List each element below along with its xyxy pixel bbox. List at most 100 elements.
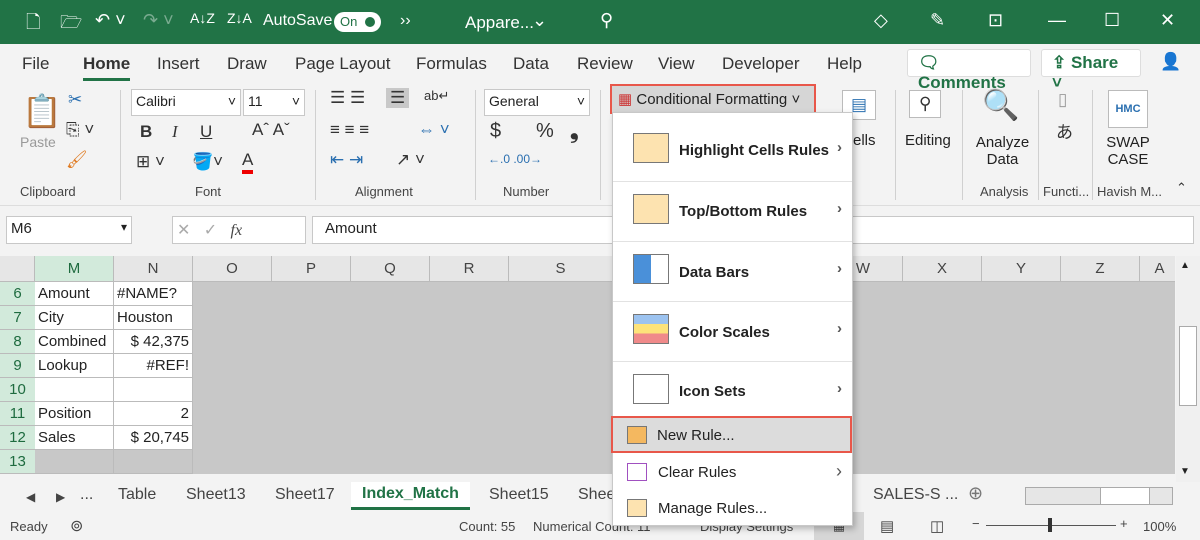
- increase-font-icon[interactable]: Aˆ Aˇ: [252, 120, 290, 140]
- row-header[interactable]: 11: [0, 402, 35, 426]
- tab-insert[interactable]: Insert: [157, 54, 200, 74]
- row-header[interactable]: 12: [0, 426, 35, 450]
- zoom-in-icon[interactable]: +: [1120, 516, 1128, 531]
- decimal-icon[interactable]: ←.0 .00→: [488, 152, 542, 166]
- borders-icon[interactable]: ⊞ ˅: [136, 152, 165, 172]
- tab-developer[interactable]: Developer: [722, 54, 800, 74]
- cell-m[interactable]: Amount: [35, 282, 114, 306]
- align-left-icon[interactable]: ≡ ≡ ≡: [330, 120, 369, 140]
- column-header[interactable]: S: [509, 256, 613, 282]
- row-header[interactable]: 10: [0, 378, 35, 402]
- comma-button[interactable]: ❟: [570, 118, 579, 144]
- cell-n[interactable]: #REF!: [114, 354, 193, 378]
- currency-button[interactable]: $: [490, 120, 501, 143]
- wrap-text-icon[interactable]: ab↵: [424, 88, 449, 104]
- diamond-icon[interactable]: ◇: [874, 10, 888, 31]
- cell-n[interactable]: [114, 450, 193, 474]
- next-sheet-icon[interactable]: ▶: [56, 490, 65, 504]
- scroll-thumb[interactable]: [1179, 326, 1197, 406]
- cell-m[interactable]: Sales: [35, 426, 114, 450]
- enter-icon[interactable]: ✓: [204, 222, 217, 239]
- menu-item-color-scales[interactable]: Color Scales ›: [613, 301, 852, 359]
- number-format-select[interactable]: General ˅: [484, 89, 590, 116]
- maximize-icon[interactable]: ☐: [1104, 10, 1120, 31]
- vertical-scrollbar[interactable]: ▲ ▼: [1176, 256, 1200, 482]
- cell-n[interactable]: Houston: [114, 306, 193, 330]
- file-name[interactable]: Appare...: [465, 13, 534, 33]
- coauthor-icon[interactable]: 👤: [1160, 52, 1181, 72]
- font-name-select[interactable]: Calibri ˅: [131, 89, 241, 116]
- tab-view[interactable]: View: [658, 54, 695, 74]
- tab-formulas[interactable]: Formulas: [416, 54, 487, 74]
- column-header[interactable]: O: [193, 256, 272, 282]
- editing-label[interactable]: Editing: [905, 132, 951, 149]
- cell-n[interactable]: [114, 378, 193, 402]
- cell-n[interactable]: $ 42,375: [114, 330, 193, 354]
- add-sheet-icon[interactable]: ⊕: [968, 483, 983, 504]
- page-break-view-icon[interactable]: ◫: [930, 517, 944, 535]
- swap-case-label[interactable]: SWAP CASE: [1105, 134, 1151, 168]
- column-header[interactable]: P: [272, 256, 351, 282]
- name-box[interactable]: M6 ▾: [6, 216, 132, 244]
- bold-button[interactable]: B: [140, 122, 152, 142]
- menu-item-data-bars[interactable]: Data Bars ›: [613, 241, 852, 299]
- row-header[interactable]: 6: [0, 282, 35, 306]
- merge-center-icon[interactable]: ⇔ ˅: [418, 120, 450, 140]
- conditional-formatting-button[interactable]: ▦ Conditional Formatting ˅: [610, 84, 816, 114]
- function-icon[interactable]: ▯: [1058, 90, 1067, 110]
- copy-icon[interactable]: ⎘ ˅: [66, 120, 94, 140]
- column-header[interactable]: Y: [982, 256, 1061, 282]
- zoom-level[interactable]: 100%: [1143, 519, 1176, 534]
- analyze-data-label[interactable]: Analyze Data: [975, 134, 1030, 168]
- underline-button[interactable]: U: [200, 122, 212, 142]
- row-header[interactable]: 9: [0, 354, 35, 378]
- column-header[interactable]: M: [35, 256, 114, 282]
- row-header[interactable]: 7: [0, 306, 35, 330]
- indent-icon[interactable]: ⇤ ⇥: [330, 150, 363, 170]
- hmc-logo[interactable]: HMC: [1108, 90, 1148, 128]
- cell-m[interactable]: Combined: [35, 330, 114, 354]
- scroll-up-icon[interactable]: ▲: [1180, 260, 1190, 271]
- menu-item-icon-sets[interactable]: Icon Sets ›: [613, 361, 852, 419]
- cell-n[interactable]: 2: [114, 402, 193, 426]
- accessibility-icon[interactable]: ⊚: [70, 516, 83, 536]
- close-icon[interactable]: ✕: [1160, 10, 1175, 31]
- more-sheets[interactable]: ...: [80, 486, 93, 504]
- column-header[interactable]: Q: [351, 256, 430, 282]
- select-all[interactable]: [0, 256, 35, 282]
- cut-icon[interactable]: ✂: [68, 90, 82, 110]
- share-button[interactable]: ⇪ Share ˅: [1041, 49, 1141, 92]
- tab-page-layout[interactable]: Page Layout: [295, 54, 390, 74]
- tab-draw[interactable]: Draw: [227, 54, 267, 74]
- open-folder-icon[interactable]: 🗁: [60, 10, 82, 40]
- paste-label[interactable]: Paste: [20, 134, 56, 150]
- cell-n[interactable]: $ 20,745: [114, 426, 193, 450]
- zoom-slider-thumb[interactable]: [1048, 518, 1052, 532]
- tab-review[interactable]: Review: [577, 54, 633, 74]
- collapse-ribbon-icon[interactable]: ⌃: [1176, 180, 1187, 196]
- cell-n[interactable]: #NAME?: [114, 282, 193, 306]
- chevron-down-icon[interactable]: ⌄: [532, 10, 547, 31]
- translate-icon[interactable]: あ: [1056, 118, 1073, 143]
- italic-button[interactable]: I: [172, 122, 178, 142]
- format-painter-icon[interactable]: 🖌: [66, 150, 88, 170]
- column-header[interactable]: X: [903, 256, 982, 282]
- column-header[interactable]: Z: [1061, 256, 1140, 282]
- sort-ascending-icon[interactable]: A↓Z: [190, 10, 215, 26]
- column-header[interactable]: A: [1140, 256, 1175, 282]
- percent-button[interactable]: %: [536, 120, 554, 143]
- h-scroll-thumb[interactable]: [1100, 488, 1150, 504]
- cell-m[interactable]: City: [35, 306, 114, 330]
- menu-item-top-bottom-rules[interactable]: Top/Bottom Rules ›: [613, 181, 852, 239]
- pen-icon[interactable]: ✎: [930, 10, 945, 31]
- qat-overflow[interactable]: ››: [400, 12, 411, 30]
- sheet-tab[interactable]: Table: [118, 486, 156, 504]
- cell-m[interactable]: Position: [35, 402, 114, 426]
- tab-data[interactable]: Data: [513, 54, 549, 74]
- sheet-tab[interactable]: Sheet13: [186, 486, 246, 504]
- undo-icon[interactable]: ↶ ˅: [95, 10, 126, 31]
- scroll-down-icon[interactable]: ▼: [1180, 466, 1190, 477]
- sheet-tab-active[interactable]: Index_Match: [351, 482, 470, 510]
- cells-label[interactable]: ells: [853, 132, 876, 149]
- prev-sheet-icon[interactable]: ◀: [26, 490, 35, 504]
